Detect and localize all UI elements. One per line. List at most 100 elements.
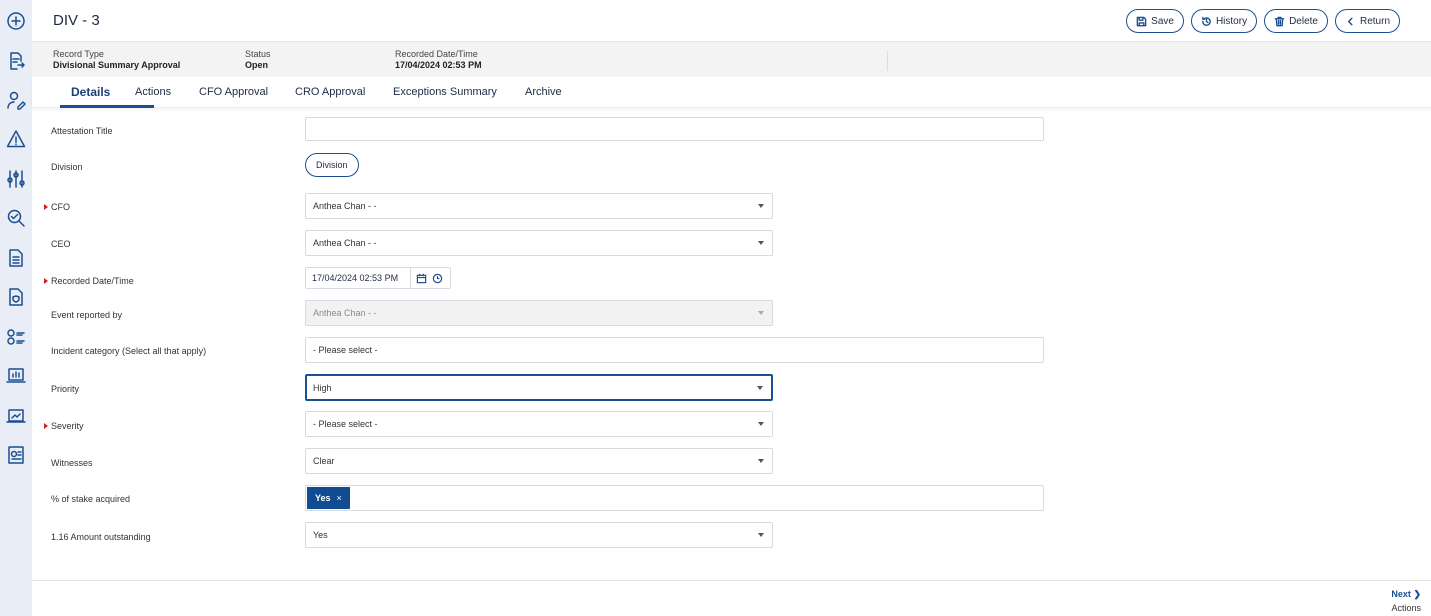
next-navigation[interactable]: Next ❯ Actions (1391, 587, 1421, 615)
selected-tag: Yes × (307, 487, 350, 509)
event-reported-by-value: Anthea Chan - - (313, 308, 377, 318)
priority-value: High (313, 382, 332, 393)
event-reported-by-select: Anthea Chan - - (305, 300, 773, 326)
record-type-value: Divisional Summary Approval (53, 60, 181, 70)
tab-bar: Details Actions CFO Approval CRO Approva… (32, 77, 1431, 108)
checklist-icon[interactable] (5, 326, 27, 348)
recorded-info: Recorded Date/Time 17/04/2024 02:53 PM (395, 49, 482, 71)
ceo-label: CEO (51, 239, 71, 249)
status-value: Open (245, 60, 269, 70)
severity-label: Severity (51, 421, 84, 431)
priority-select[interactable]: High (305, 374, 773, 401)
caret-down-icon (757, 386, 763, 390)
incident-category-multiselect[interactable]: - Please select - (305, 337, 1044, 363)
amount-outstanding-value: Yes (313, 530, 328, 540)
incident-category-placeholder: - Please select - (313, 345, 378, 355)
save-icon (1136, 16, 1147, 26)
cfo-select[interactable]: Anthea Chan - - (305, 193, 773, 219)
caret-down-icon (758, 204, 764, 208)
tab-actions[interactable]: Actions (135, 86, 171, 98)
page-header: DIV - 3 Save History Delete Return (32, 0, 1431, 42)
chevron-left-icon (1347, 17, 1353, 25)
sliders-icon[interactable] (5, 168, 27, 190)
history-button[interactable]: History (1190, 9, 1258, 33)
stake-acquired-label: % of stake acquired (51, 494, 131, 504)
main-content: DIV - 3 Save History Delete Return Recor… (32, 0, 1431, 616)
calendar-icon[interactable] (416, 273, 427, 284)
document-export-icon[interactable] (5, 50, 27, 72)
recorded-datetime-field: 17/04/2024 02:53 PM (305, 267, 451, 289)
status-label: Status (245, 49, 271, 59)
witnesses-select[interactable]: Clear (305, 448, 773, 474)
attestation-title-input[interactable] (305, 117, 1044, 141)
caret-down-icon (758, 459, 764, 463)
user-edit-icon[interactable] (5, 89, 27, 111)
amount-outstanding-select[interactable]: Yes (305, 522, 773, 548)
amount-outstanding-label: 1.16 Amount outstanding (51, 532, 151, 542)
division-button[interactable]: Division (305, 153, 359, 177)
witnesses-value: Clear (313, 456, 335, 466)
cfo-value: Anthea Chan - - (313, 201, 377, 211)
delete-label: Delete (1289, 15, 1318, 27)
document-icon[interactable] (5, 247, 27, 269)
sidebar (0, 0, 32, 616)
required-marker (44, 278, 48, 284)
trash-icon (1274, 16, 1285, 26)
ceo-value: Anthea Chan - - (313, 238, 377, 248)
tab-exceptions-summary[interactable]: Exceptions Summary (393, 86, 497, 98)
dashboard-icon[interactable] (5, 365, 27, 387)
stake-acquired-multiselect[interactable]: Yes × (305, 485, 1044, 511)
cfo-label: CFO (51, 202, 70, 212)
header-actions: Save History Delete Return (1126, 9, 1400, 33)
search-check-icon[interactable] (5, 207, 27, 229)
tag-label: Yes (315, 493, 331, 503)
severity-select[interactable]: - Please select - (305, 411, 773, 437)
recorded-datetime-label: Recorded Date/Time (51, 276, 134, 286)
add-circle-icon[interactable] (5, 10, 27, 32)
history-icon (1202, 16, 1211, 26)
tab-details[interactable]: Details (71, 85, 110, 99)
ceo-select[interactable]: Anthea Chan - - (305, 230, 773, 256)
event-reported-by-label: Event reported by (51, 310, 123, 320)
delete-button[interactable]: Delete (1264, 9, 1328, 33)
next-section-label: Actions (1391, 603, 1421, 613)
chart-trend-icon[interactable] (5, 405, 27, 427)
caret-down-icon (758, 241, 764, 245)
report-icon[interactable] (5, 444, 27, 466)
recorded-value: 17/04/2024 02:53 PM (395, 60, 482, 70)
info-divider (887, 51, 888, 71)
record-type-info: Record Type Divisional Summary Approval (53, 49, 180, 71)
status-info: Status Open (245, 49, 271, 71)
history-label: History (1215, 15, 1248, 27)
return-label: Return (1359, 15, 1390, 27)
details-form: Attestation Title Division Division CFO … (32, 108, 1431, 578)
document-shield-icon[interactable] (5, 286, 27, 308)
caret-down-icon (758, 422, 764, 426)
footer-divider (32, 580, 1431, 581)
tab-cfo-approval[interactable]: CFO Approval (199, 86, 268, 98)
return-button[interactable]: Return (1334, 9, 1400, 33)
chevron-right-icon: ❯ (1413, 589, 1421, 599)
caret-down-icon (758, 533, 764, 537)
next-link[interactable]: Next ❯ (1391, 587, 1421, 601)
recorded-datetime-input[interactable]: 17/04/2024 02:53 PM (306, 268, 411, 288)
attestation-title-label: Attestation Title (51, 126, 113, 136)
tab-archive[interactable]: Archive (525, 86, 562, 98)
severity-value: - Please select - (313, 419, 378, 429)
witnesses-label: Witnesses (51, 458, 93, 468)
required-marker (44, 423, 48, 429)
recorded-label: Recorded Date/Time (395, 49, 478, 59)
remove-tag-icon[interactable]: × (337, 493, 342, 503)
clock-icon[interactable] (432, 273, 443, 284)
page-title: DIV - 3 (53, 12, 100, 29)
save-label: Save (1151, 15, 1174, 27)
warning-icon[interactable] (5, 128, 27, 150)
caret-down-icon (758, 311, 764, 315)
required-marker (44, 204, 48, 210)
save-button[interactable]: Save (1126, 9, 1184, 33)
next-label: Next (1391, 589, 1411, 599)
tab-cro-approval[interactable]: CRO Approval (295, 86, 365, 98)
incident-category-label: Incident category (Select all that apply… (51, 346, 207, 356)
record-type-label: Record Type (53, 49, 104, 59)
priority-label: Priority (51, 384, 80, 394)
